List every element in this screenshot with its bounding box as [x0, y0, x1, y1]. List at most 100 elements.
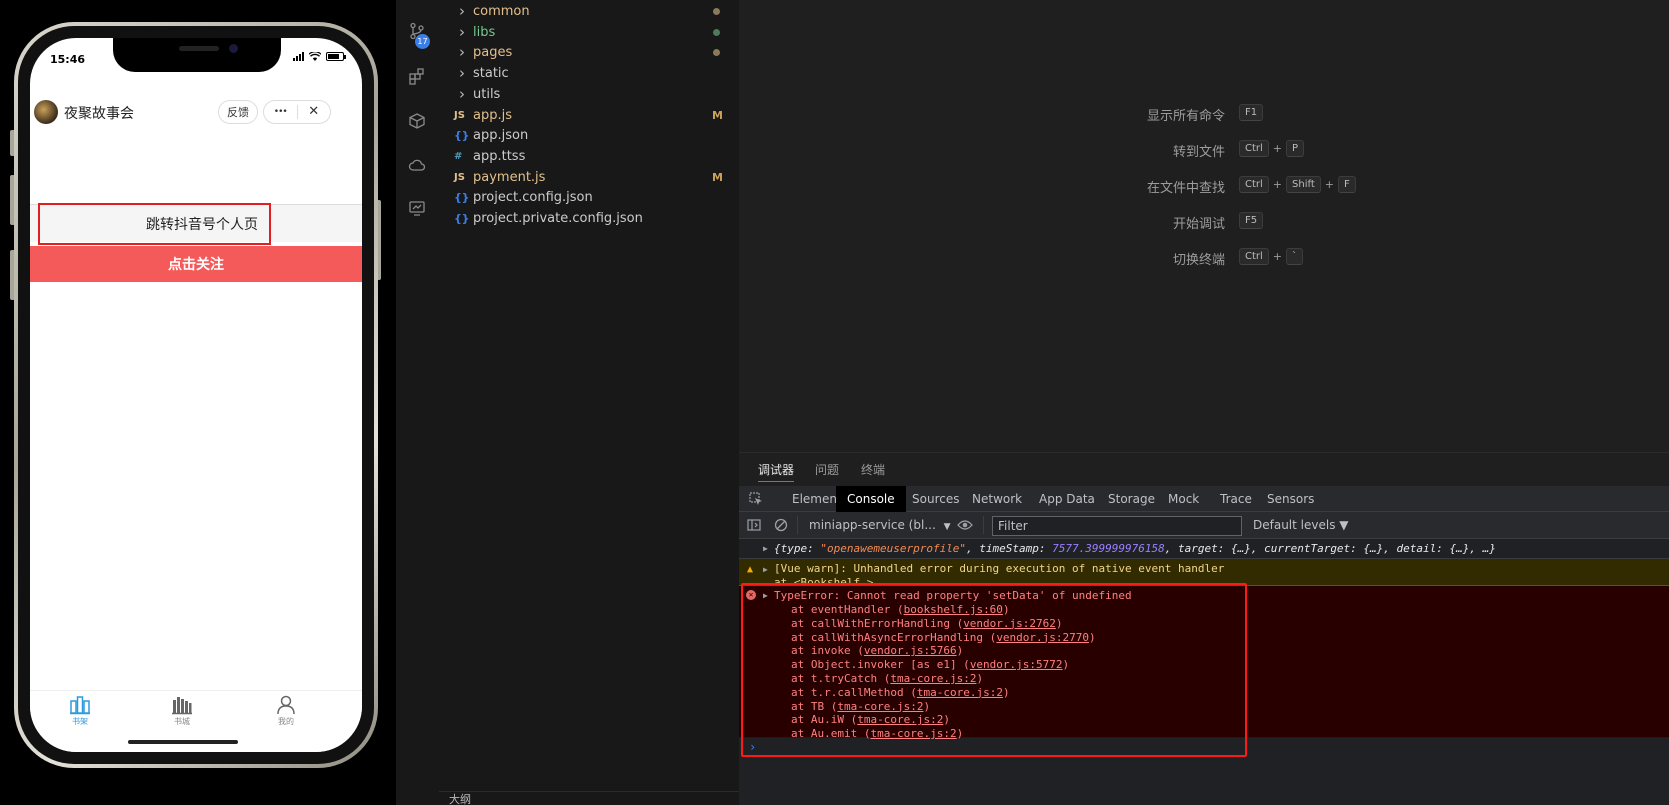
monitor-icon[interactable] [408, 199, 426, 217]
tab-label: 书架 [72, 717, 88, 726]
status-icons [293, 52, 346, 61]
more-menu-button[interactable]: ••• [264, 101, 297, 123]
toolbar-divider [983, 516, 984, 534]
tab-label: 我的 [278, 717, 294, 726]
bookstore-icon [172, 697, 192, 715]
file-item[interactable]: { } project.private.config.json [439, 208, 739, 229]
scm-badge: 17 [415, 34, 430, 49]
file-item[interactable]: { } app.json [439, 125, 739, 146]
shortcut-keys: Ctrl + Shift + F [1239, 176, 1356, 193]
wifi-icon [309, 52, 321, 61]
shortcut-label[interactable]: 显示所有命令 [1147, 105, 1225, 124]
file-name: payment.js [473, 169, 546, 185]
feedback-button[interactable]: 反馈 [218, 100, 258, 124]
tab-terminal[interactable]: 终端 [861, 461, 885, 478]
activity-bar: 17 [396, 0, 439, 805]
js-file-icon: JS [454, 109, 465, 121]
outline-header[interactable]: 大纲 [439, 791, 739, 805]
folder-item[interactable]: › utils [439, 84, 739, 105]
file-name: static [473, 66, 509, 82]
folder-item[interactable]: › libs [439, 22, 739, 43]
devtools-tab-network[interactable]: Network [961, 486, 1033, 512]
highlight-box [38, 203, 271, 245]
key-plus: + [1272, 250, 1283, 263]
tab-debugger[interactable]: 调试器 [758, 461, 795, 482]
devtools-tab-mock[interactable]: Mock [1157, 486, 1210, 512]
keycap: F5 [1239, 212, 1264, 229]
file-item[interactable]: JS app.js M [439, 105, 739, 126]
home-indicator [128, 740, 238, 744]
shortcut-keys: Ctrl + ` [1239, 248, 1304, 265]
log-text: , timeStamp: [966, 542, 1053, 555]
folder-item[interactable]: › static [439, 63, 739, 84]
tab-bookstore[interactable]: 书城 [152, 695, 212, 727]
file-item[interactable]: { } project.config.json [439, 187, 739, 208]
clear-console-icon[interactable] [774, 518, 788, 532]
json-file-icon: { } [454, 129, 469, 143]
eye-icon[interactable] [957, 519, 973, 531]
keycap: Ctrl [1239, 140, 1269, 157]
inspect-element-icon[interactable] [749, 492, 763, 506]
log-levels-select[interactable]: Default levels ▼ [1253, 518, 1349, 532]
file-name: app.json [473, 128, 529, 144]
console-log-object[interactable]: ▶ {type: "openawemeuserprofile", timeStam… [739, 539, 1669, 559]
chevron-right-icon: › [459, 43, 465, 62]
folder-item[interactable]: › pages [439, 42, 739, 63]
expand-triangle-icon[interactable]: ▶ [763, 539, 768, 559]
devtools-tab-storage[interactable]: Storage [1097, 486, 1166, 512]
menu-capsule: ••• ✕ [263, 100, 331, 124]
bookshelf-icon [70, 696, 90, 715]
console-warning[interactable]: ▲ ▶ [Vue warn]: Unhandled error during e… [739, 559, 1669, 586]
package-icon[interactable] [408, 112, 426, 130]
cloud-icon[interactable] [408, 156, 426, 174]
git-modified-badge: M [712, 170, 723, 184]
file-item[interactable]: # app.ttss [439, 146, 739, 167]
chevron-right-icon: › [459, 64, 465, 83]
devtools-tab-trace[interactable]: Trace [1209, 486, 1263, 512]
filter-input[interactable] [992, 516, 1242, 536]
sidebar-toggle-icon[interactable] [747, 518, 761, 532]
keycap: F [1337, 176, 1356, 193]
panel-tabs: 调试器 问题 终端 [739, 453, 1669, 483]
shortcut-label[interactable]: 开始调试 [1173, 213, 1225, 232]
app-title: 夜聚故事会 [64, 106, 134, 122]
signal-icon [293, 52, 304, 61]
key-plus: + [1272, 142, 1283, 155]
shortcut-label[interactable]: 转到文件 [1173, 141, 1225, 160]
follow-button[interactable]: 点击关注 [30, 246, 362, 282]
user-icon [277, 695, 295, 715]
phone-notch [113, 38, 281, 72]
keycap: ` [1286, 248, 1304, 265]
file-name: utils [473, 86, 501, 102]
close-miniapp-button[interactable]: ✕ [298, 101, 331, 123]
shortcut-row: 显示所有命令 F1 [1039, 104, 1439, 124]
tab-mine[interactable]: 我的 [256, 695, 316, 727]
tab-bookshelf[interactable]: 书架 [50, 695, 110, 727]
miniapp-header: 夜聚故事会 反馈 ••• ✕ [30, 96, 362, 128]
tab-problems[interactable]: 问题 [815, 461, 839, 478]
shortcut-label[interactable]: 在文件中查找 [1147, 177, 1225, 196]
keycap: Ctrl [1239, 176, 1269, 193]
context-select[interactable]: miniapp-service (bl... ▼ [809, 518, 951, 532]
file-explorer: › common › libs › pages › static › utils JS app.js M… [439, 0, 739, 805]
shortcut-row: 切换终端 Ctrl + ` [1039, 248, 1439, 268]
phone-frame: 15:46 夜聚故事会 反馈 ••• ✕ 跳转抖音号个人页 点击关注 书架 书城… [14, 22, 378, 768]
file-item[interactable]: JS payment.js M [439, 167, 739, 188]
extensions-icon[interactable] [408, 67, 426, 85]
log-text: , target: {…}, currentTarget: {…}, detai… [1164, 542, 1496, 555]
js-file-icon: JS [454, 171, 465, 183]
devtools-tab-sensors[interactable]: Sensors [1256, 486, 1325, 512]
file-name: project.private.config.json [473, 211, 643, 226]
devtools-tab-app-data[interactable]: App Data [1028, 486, 1106, 512]
tab-label: 书城 [174, 717, 190, 726]
devtools-tab-console[interactable]: Console [836, 486, 906, 512]
file-name: app.ttss [473, 148, 526, 164]
shortcut-keys: Ctrl + P [1239, 140, 1305, 157]
expand-triangle-icon[interactable]: ▶ [763, 563, 768, 577]
shortcut-label[interactable]: 切换终端 [1173, 249, 1225, 268]
shortcut-row: 在文件中查找 Ctrl + Shift + F [1039, 176, 1439, 196]
folder-item[interactable]: › common [439, 1, 739, 22]
editor-welcome: 显示所有命令 F1 转到文件 Ctrl + P 在文件中查找 Ctrl + Shift + F 开始调试… [739, 0, 1669, 452]
status-time: 15:46 [50, 53, 86, 66]
keycap: F1 [1239, 104, 1264, 121]
